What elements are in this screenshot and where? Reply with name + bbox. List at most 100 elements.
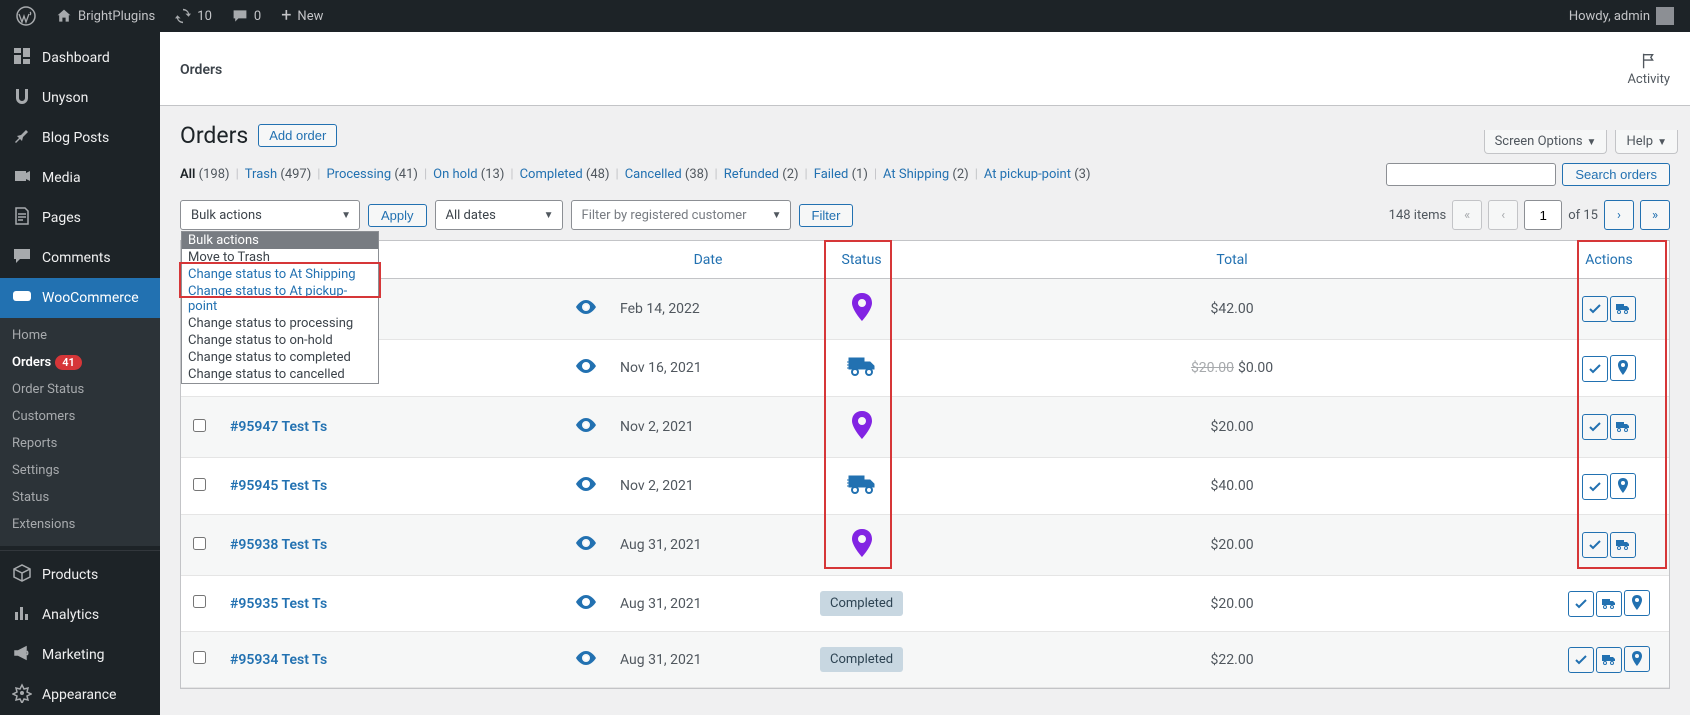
add-order-button[interactable]: Add order [258, 124, 337, 147]
first-page-button[interactable]: « [1452, 200, 1482, 230]
col-date[interactable]: Date [608, 241, 808, 279]
action-pin-button[interactable] [1610, 473, 1636, 499]
prev-page-button[interactable]: ‹ [1488, 200, 1518, 230]
menu-dashboard[interactable]: Dashboard [0, 38, 160, 78]
bulk-opt[interactable]: Change status to cancelled [182, 366, 378, 383]
action-pin-button[interactable] [1610, 355, 1636, 381]
action-check-button[interactable] [1582, 414, 1608, 440]
submenu-reports[interactable]: Reports [0, 430, 160, 457]
order-link[interactable]: #95935 Test Ts [230, 596, 327, 612]
menu-appearance[interactable]: Appearance [0, 675, 160, 715]
menu-analytics[interactable]: Analytics [0, 595, 160, 635]
filter-failed[interactable]: Failed [814, 167, 849, 182]
comments-count[interactable]: 0 [224, 0, 269, 32]
bulk-opt[interactable]: Change status to completed [182, 349, 378, 366]
customer-filter-select[interactable]: Filter by registered customer▼ [571, 200, 791, 230]
action-pin-button[interactable] [1624, 590, 1650, 616]
eye-icon[interactable] [576, 595, 596, 609]
search-button[interactable]: Search orders [1562, 163, 1670, 186]
filter-completed[interactable]: Completed [520, 167, 583, 182]
order-link[interactable]: #95938 Test Ts [230, 537, 327, 553]
action-check-button[interactable] [1568, 647, 1594, 673]
filter-on-hold[interactable]: On hold [433, 167, 477, 182]
action-check-button[interactable] [1582, 356, 1608, 382]
action-pin-button[interactable] [1624, 646, 1650, 672]
bulk-opt[interactable]: Change status to on-hold [182, 332, 378, 349]
new-content[interactable]: +New [273, 0, 331, 32]
bulk-opt[interactable]: Move to Trash [182, 249, 378, 266]
col-actions[interactable]: Actions [1549, 241, 1669, 279]
action-check-button[interactable] [1582, 532, 1608, 558]
last-page-button[interactable]: » [1640, 200, 1670, 230]
updates[interactable]: 10 [167, 0, 220, 32]
submenu-orders[interactable]: Orders41 [0, 349, 160, 376]
menu-unyson[interactable]: Unyson [0, 78, 160, 118]
table-row[interactable]: #95938 Test TsAug 31, 2021$20.00 [181, 515, 1669, 576]
row-checkbox[interactable] [193, 419, 206, 432]
activity-button[interactable]: Activity [1627, 52, 1670, 87]
eye-icon[interactable] [576, 359, 596, 373]
filter-button[interactable]: Filter [799, 204, 854, 227]
table-row[interactable]: #95947 Test TsNov 2, 2021$20.00 [181, 397, 1669, 458]
my-account[interactable]: Howdy, admin [1569, 7, 1682, 25]
action-truck-button[interactable] [1596, 647, 1622, 673]
eye-icon[interactable] [576, 651, 596, 665]
menu-comments[interactable]: Comments [0, 238, 160, 278]
col-total[interactable]: Total [915, 241, 1549, 279]
bulk-opt[interactable]: Bulk actions [182, 232, 378, 249]
table-row[interactable]: #95945 Test TsNov 2, 2021$40.00 [181, 458, 1669, 515]
action-check-button[interactable] [1582, 474, 1608, 500]
action-truck-button[interactable] [1610, 414, 1636, 440]
menu-pages[interactable]: Pages [0, 198, 160, 238]
bulk-opt[interactable]: Change status to At Shipping [182, 266, 378, 283]
order-link[interactable]: #95934 Test Ts [230, 652, 327, 668]
menu-marketing[interactable]: Marketing [0, 635, 160, 675]
next-page-button[interactable]: › [1604, 200, 1634, 230]
menu-woocommerce[interactable]: WooCommerce [0, 278, 160, 318]
row-checkbox[interactable] [193, 478, 206, 491]
help-button[interactable]: Help▼ [1615, 130, 1678, 154]
submenu-extensions[interactable]: Extensions [0, 511, 160, 538]
order-link[interactable]: #95945 Test Ts [230, 478, 327, 494]
table-row[interactable]: #95935 Test TsAug 31, 2021Completed$20.0… [181, 576, 1669, 632]
bulk-actions-select[interactable]: Bulk actions▼ Bulk actionsMove to TrashC… [180, 200, 360, 230]
action-truck-button[interactable] [1610, 532, 1636, 558]
filter-refunded[interactable]: Refunded [724, 167, 779, 182]
row-checkbox[interactable] [193, 595, 206, 608]
site-name[interactable]: BrightPlugins [48, 0, 163, 32]
submenu-status[interactable]: Status [0, 484, 160, 511]
filter-trash[interactable]: Trash [245, 167, 277, 182]
filter-processing[interactable]: Processing [326, 167, 391, 182]
page-number-input[interactable] [1524, 200, 1562, 230]
menu-blog-posts[interactable]: Blog Posts [0, 118, 160, 158]
order-link[interactable]: #95947 Test Ts [230, 419, 327, 435]
wp-logo[interactable] [8, 0, 44, 32]
eye-icon[interactable] [576, 536, 596, 550]
filter-cancelled[interactable]: Cancelled [625, 167, 682, 182]
col-status[interactable]: Status [808, 241, 915, 279]
table-row[interactable]: #95934 Test TsAug 31, 2021Completed$22.0… [181, 632, 1669, 688]
action-check-button[interactable] [1568, 591, 1594, 617]
submenu-settings[interactable]: Settings [0, 457, 160, 484]
action-check-button[interactable] [1582, 296, 1608, 322]
filter-at-shipping[interactable]: At Shipping [883, 167, 949, 182]
date-filter-select[interactable]: All dates▼ [435, 200, 563, 230]
row-checkbox[interactable] [193, 537, 206, 550]
submenu-home[interactable]: Home [0, 322, 160, 349]
search-input[interactable] [1386, 163, 1556, 186]
table-row[interactable]: Feb 14, 2022$42.00 [181, 279, 1669, 340]
screen-options-button[interactable]: Screen Options▼ [1484, 130, 1608, 154]
action-truck-button[interactable] [1610, 296, 1636, 322]
menu-media[interactable]: Media [0, 158, 160, 198]
menu-products[interactable]: Products [0, 555, 160, 595]
apply-button[interactable]: Apply [368, 204, 427, 227]
submenu-customers[interactable]: Customers [0, 403, 160, 430]
action-truck-button[interactable] [1596, 591, 1622, 617]
table-row[interactable]: #95950 Test TsNov 16, 2021$20.00$0.00 [181, 340, 1669, 397]
eye-icon[interactable] [576, 300, 596, 314]
bulk-opt[interactable]: Change status to processing [182, 315, 378, 332]
bulk-opt[interactable]: Change status to At pickup-point [182, 283, 378, 315]
row-checkbox[interactable] [193, 651, 206, 664]
submenu-order-status[interactable]: Order Status [0, 376, 160, 403]
eye-icon[interactable] [576, 477, 596, 491]
